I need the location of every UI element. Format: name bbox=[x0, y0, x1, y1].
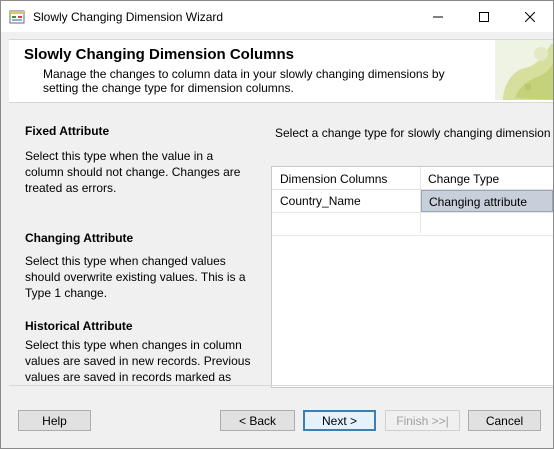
cancel-button[interactable]: Cancel bbox=[468, 410, 541, 431]
wizard-header: Slowly Changing Dimension Columns Manage… bbox=[9, 39, 553, 103]
maximize-icon bbox=[479, 11, 489, 22]
attribute-help-panel: Fixed Attribute Select this type when th… bbox=[9, 102, 257, 384]
close-button[interactable] bbox=[507, 1, 553, 32]
empty-table-row[interactable] bbox=[272, 213, 553, 236]
help-button[interactable]: Help bbox=[18, 410, 91, 431]
next-button[interactable]: Next > bbox=[303, 410, 376, 431]
table-row[interactable]: Country_Name Changing attribute bbox=[272, 190, 553, 213]
app-icon bbox=[9, 9, 25, 25]
change-type-grid[interactable]: Dimension Columns Change Type Country_Na… bbox=[271, 166, 553, 388]
column-header-dimension-columns[interactable]: Dimension Columns bbox=[280, 172, 387, 186]
column-header-change-type[interactable]: Change Type bbox=[428, 172, 499, 186]
footer-divider bbox=[9, 385, 553, 386]
maximize-button[interactable] bbox=[461, 1, 507, 32]
fixed-attribute-heading: Fixed Attribute bbox=[25, 124, 110, 138]
finish-button: Finish >>| bbox=[385, 410, 460, 431]
minimize-icon bbox=[433, 16, 443, 17]
fixed-attribute-description: Select this type when the value in a col… bbox=[25, 149, 241, 195]
changing-attribute-description: Select this type when changed values sho… bbox=[25, 254, 246, 300]
grid-header: Dimension Columns Change Type bbox=[272, 167, 553, 190]
header-banner-image bbox=[495, 40, 553, 100]
historical-attribute-heading: Historical Attribute bbox=[25, 319, 133, 333]
page-description: Manage the changes to column data in you… bbox=[43, 67, 445, 95]
changing-attribute-heading: Changing Attribute bbox=[25, 231, 134, 245]
grid-instruction: Select a change type for slowly changing… bbox=[275, 126, 551, 140]
window-title: Slowly Changing Dimension Wizard bbox=[33, 10, 224, 24]
title-bar[interactable]: Slowly Changing Dimension Wizard bbox=[1, 1, 553, 32]
historical-attribute-description: Select this type when changes in column … bbox=[25, 338, 251, 384]
change-type-dropdown[interactable]: Changing attribute bbox=[421, 190, 553, 212]
minimize-button[interactable] bbox=[415, 1, 461, 32]
page-title: Slowly Changing Dimension Columns bbox=[24, 46, 295, 63]
back-button[interactable]: < Back bbox=[220, 410, 295, 431]
dimension-column-cell[interactable]: Country_Name bbox=[280, 190, 361, 212]
wizard-window: Slowly Changing Dimension Wizard Slowly … bbox=[0, 0, 554, 449]
close-icon bbox=[525, 11, 535, 22]
